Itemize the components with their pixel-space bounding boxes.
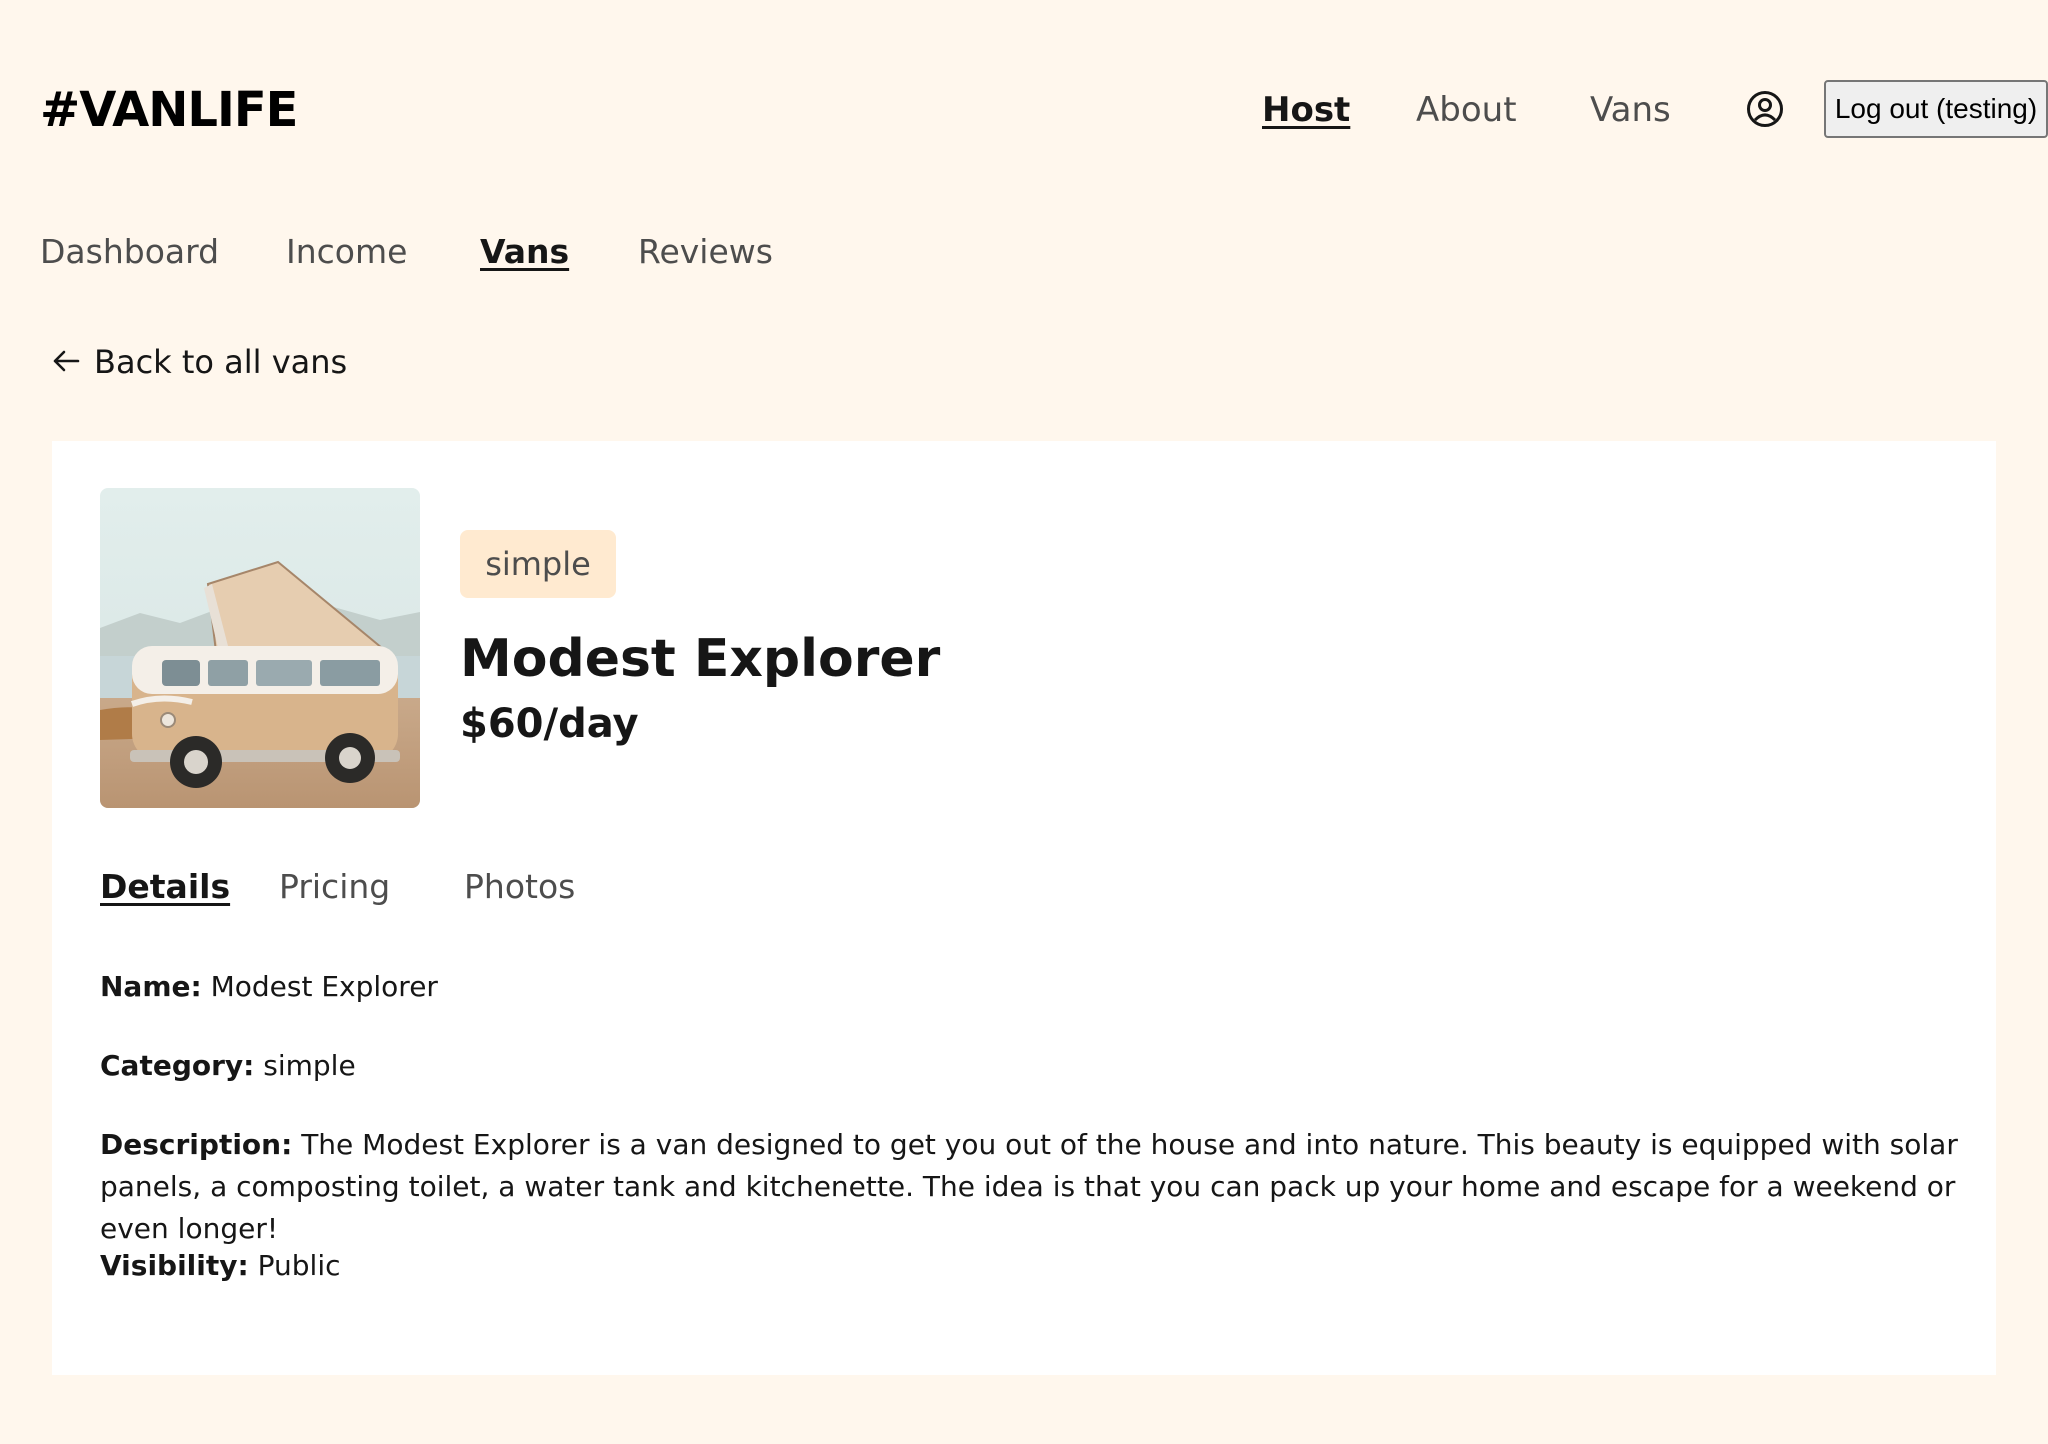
subnav-income[interactable]: Income [286, 230, 407, 274]
detail-category-label: Category: [100, 1049, 255, 1082]
nav-vans[interactable]: Vans [1590, 88, 1671, 132]
detail-category-value: simple [263, 1049, 356, 1082]
tab-details[interactable]: Details [100, 865, 230, 909]
subnav-vans[interactable]: Vans [480, 230, 569, 274]
nav-about[interactable]: About [1416, 88, 1517, 132]
detail-description-row: Description: The Modest Explorer is a va… [100, 1124, 1960, 1250]
site-logo[interactable]: #VANLIFE [40, 82, 298, 138]
detail-visibility-row: Visibility: Public [100, 1245, 1960, 1287]
nav-host[interactable]: Host [1262, 88, 1350, 132]
logout-button[interactable]: Log out (testing) [1824, 80, 2048, 138]
van-price: $60/day [460, 701, 639, 747]
detail-name-row: Name: Modest Explorer [100, 966, 1960, 1008]
van-detail-card: simple Modest Explorer $60/day Details P… [52, 441, 1996, 1375]
back-to-vans-link[interactable]: Back to all vans [52, 340, 347, 384]
tab-photos[interactable]: Photos [464, 865, 575, 909]
van-name-heading: Modest Explorer [460, 629, 941, 689]
subnav-dashboard[interactable]: Dashboard [40, 230, 219, 274]
user-circle-icon[interactable] [1746, 90, 1784, 128]
detail-description-value: The Modest Explorer is a van designed to… [100, 1128, 1958, 1245]
detail-category-row: Category: simple [100, 1045, 1960, 1087]
detail-name-label: Name: [100, 970, 202, 1003]
detail-visibility-label: Visibility: [100, 1249, 249, 1282]
tab-pricing[interactable]: Pricing [279, 865, 390, 909]
detail-description-label: Description: [100, 1128, 293, 1161]
subnav-reviews[interactable]: Reviews [638, 230, 773, 274]
detail-visibility-value: Public [257, 1249, 341, 1282]
back-link-label: Back to all vans [94, 343, 348, 381]
detail-name-value: Modest Explorer [210, 970, 438, 1003]
arrow-left-icon [52, 343, 80, 381]
van-type-badge: simple [460, 530, 616, 598]
van-photo [100, 488, 420, 808]
